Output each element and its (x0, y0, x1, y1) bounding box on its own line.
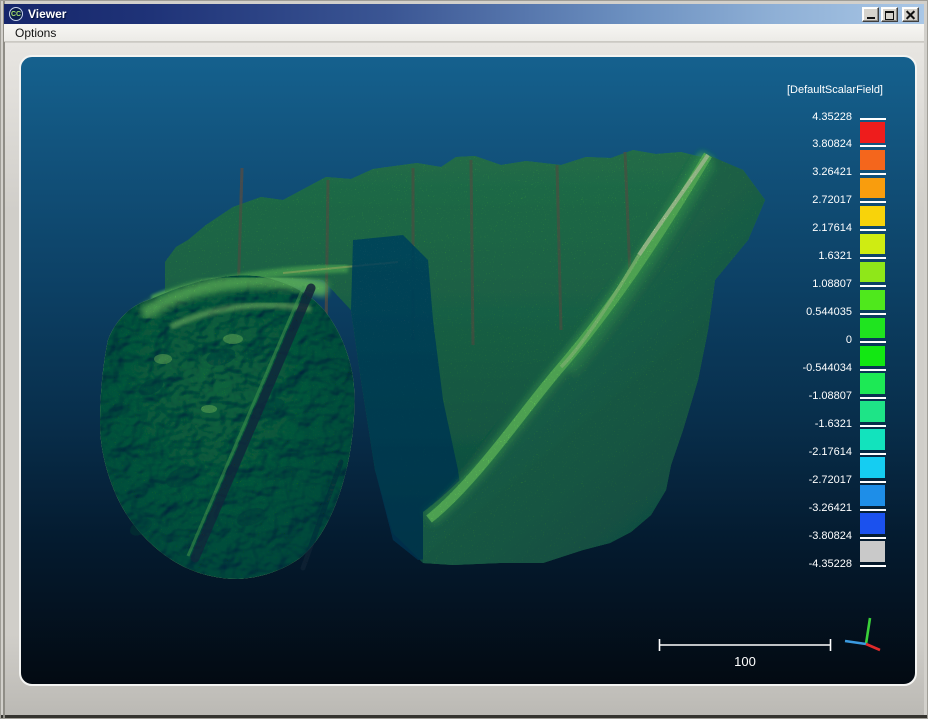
scalar-field-tick-label: 3.26421 (757, 166, 852, 179)
scalar-field-tick (860, 229, 886, 231)
close-icon (903, 8, 918, 21)
scalar-field-tick-label: -4.35228 (757, 558, 852, 571)
scalar-field-tick-label: 0 (757, 334, 852, 347)
scalar-field-swatch (860, 262, 885, 283)
scalar-field-tick (860, 118, 886, 120)
scalar-field-tick (860, 173, 886, 175)
window-controls (862, 7, 919, 22)
title-bar[interactable]: CC Viewer (4, 4, 924, 24)
viewer-window: CC Viewer Options (0, 0, 928, 719)
scalar-field-tick (860, 341, 886, 343)
scalar-field-swatch (860, 318, 885, 339)
scalar-field-tick (860, 369, 886, 371)
scalar-field-legend: [DefaultScalarField] 4.35228 3.80824 3.264… (725, 57, 885, 684)
scalar-field-tick (860, 397, 886, 399)
scalar-field-swatch (860, 122, 885, 143)
scalar-field-tick-label: -0.544034 (757, 362, 852, 375)
scalar-field-swatch (860, 150, 885, 171)
point-cloud-dome (100, 275, 355, 579)
scalar-field-swatch (860, 234, 885, 255)
scalar-field-tick-label: -3.26421 (757, 502, 852, 515)
minimize-icon (867, 17, 875, 19)
point-cloud (100, 150, 765, 579)
scalar-field-tick-label: 0.544035 (757, 306, 852, 319)
scalar-field-tick (860, 481, 886, 483)
window-title: Viewer (28, 7, 66, 21)
scalar-field-tick (860, 201, 886, 203)
scalar-field-tick-label: -2.72017 (757, 474, 852, 487)
scalar-field-tick-label: -1.6321 (757, 418, 852, 431)
scalar-field-swatch (860, 373, 885, 394)
menu-item-options[interactable]: Options (9, 25, 62, 41)
scalar-field-swatch (860, 206, 885, 227)
scalar-field-tick (860, 313, 886, 315)
scalar-field-tick (860, 285, 886, 287)
scalar-field-title: [DefaultScalarField] (787, 84, 883, 96)
scalar-field-tick (860, 565, 886, 567)
minimize-button[interactable] (862, 7, 879, 22)
scalar-field-tick-label: 4.35228 (757, 111, 852, 124)
menu-bar: Options (4, 24, 924, 42)
scalar-field-tick-label: 2.17614 (757, 222, 852, 235)
scalar-field-tick (860, 509, 886, 511)
scalar-field-swatch (860, 290, 885, 311)
viewport-3d[interactable]: 100 [DefaultScalarField] 4.352283.808243… (19, 55, 917, 686)
scalar-field-tick-label: -1.08807 (757, 390, 852, 403)
scalar-field-tick (860, 257, 886, 259)
scalar-field-swatch (860, 485, 885, 506)
scalar-field-tick (860, 425, 886, 427)
scalar-field-tick-label: 1.6321 (757, 250, 852, 263)
scalar-field-tick (860, 453, 886, 455)
scalar-field-tick-label: -3.80824 (757, 530, 852, 543)
scalar-field-swatch (860, 457, 885, 478)
scalar-field-tick (860, 145, 886, 147)
scalar-field-tick-label: 3.80824 (757, 138, 852, 151)
scalar-field-swatch (860, 401, 885, 422)
scalar-field-tick-label: 2.72017 (757, 194, 852, 207)
scalar-field-tick-label: 1.08807 (757, 278, 852, 291)
scalar-field-swatch (860, 346, 885, 367)
maximize-button[interactable] (881, 7, 898, 22)
scalar-field-swatch (860, 513, 885, 534)
scalar-field-swatch (860, 541, 885, 562)
scalar-field-swatch (860, 178, 885, 199)
cloudcompare-logo-icon: CC (9, 7, 23, 21)
scalar-field-swatch (860, 429, 885, 450)
close-button[interactable] (902, 7, 919, 22)
window-frame: 100 [DefaultScalarField] 4.352283.808243… (4, 43, 924, 715)
scalar-field-tick (860, 537, 886, 539)
maximize-icon (885, 11, 894, 20)
scalar-field-tick-label: -2.17614 (757, 446, 852, 459)
